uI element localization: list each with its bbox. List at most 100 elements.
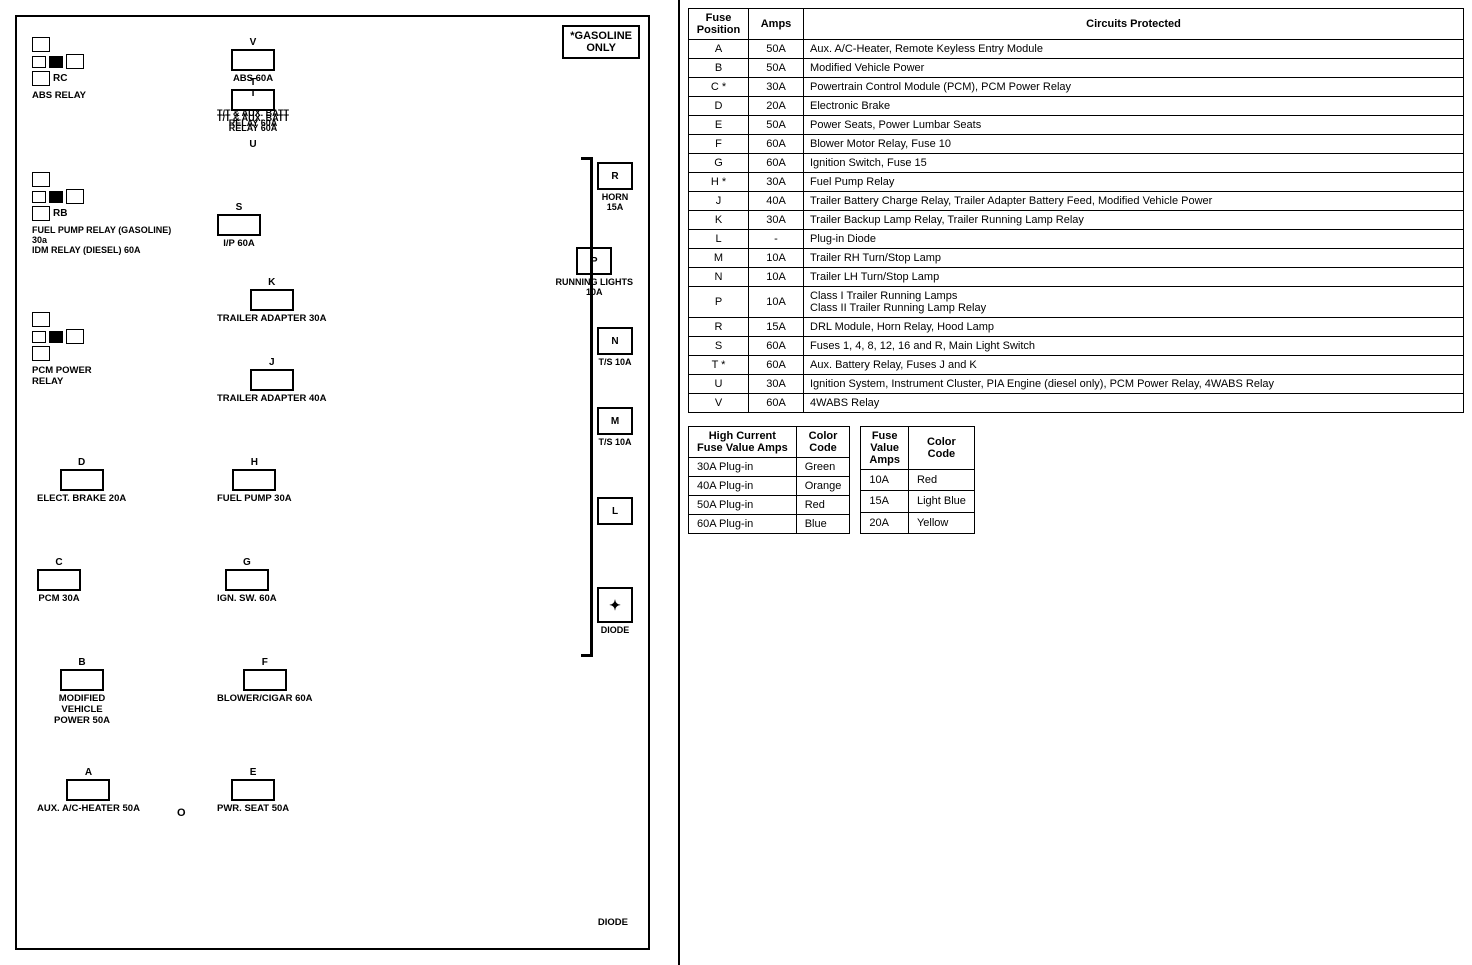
table-section: FusePosition Amps Circuits Protected A50… — [680, 0, 1472, 965]
fuse-amps: 60A — [749, 154, 804, 173]
fuse-amps: 30A — [749, 78, 804, 97]
list-item: 30A Plug-inGreen — [689, 458, 850, 477]
blower-cigar-60a: F BLOWER/CIGAR 60A — [217, 657, 313, 704]
ts-10a-2: M T/S 10A — [597, 407, 633, 447]
fuse-amps: 60A — [749, 356, 804, 375]
table-row: L-Plug-in Diode — [689, 230, 1464, 249]
list-item: 20AYellow — [861, 512, 975, 533]
horn-15a: R HORN 15A — [597, 162, 633, 212]
diode-block: ✦ DIODE — [597, 587, 633, 635]
fuse-circuits: Ignition System, Instrument Cluster, PIA… — [804, 375, 1464, 394]
list-item: 50A Plug-inRed — [689, 496, 850, 515]
trailer-adapter-40a: J TRAILER ADAPTER 40A — [217, 357, 326, 404]
pcm-power-relay-label: PCM POWERRELAY — [32, 365, 92, 387]
hc-color-header: ColorCode — [796, 427, 850, 458]
fuse-circuits: Aux. A/C-Heater, Remote Keyless Entry Mo… — [804, 40, 1464, 59]
fuse-amps: 10A — [749, 249, 804, 268]
hc-color: Orange — [796, 477, 850, 496]
fuse-position: T * — [689, 356, 749, 375]
fuse-amps: 50A — [749, 116, 804, 135]
fuse-value-table: FuseValueAmps ColorCode 10ARed15ALight B… — [860, 426, 975, 534]
modified-vehicle-power: B MODIFIED VEHICLEPOWER 50A — [37, 657, 127, 726]
fuse-circuits: Plug-in Diode — [804, 230, 1464, 249]
bottom-tables-section: High CurrentFuse Value Amps ColorCode 30… — [688, 426, 1464, 534]
fuse-position: B — [689, 59, 749, 78]
table-row: B50AModified Vehicle Power — [689, 59, 1464, 78]
hc-amps: 60A Plug-in — [689, 515, 797, 534]
fuse-position: J — [689, 192, 749, 211]
fv-color: Light Blue — [908, 491, 974, 512]
fv-amps: 15A — [861, 491, 909, 512]
diode-label-bottom: DIODE — [598, 917, 628, 928]
ign-sw-60a: G IGN. SW. 60A — [217, 557, 277, 604]
fuse-amps: 30A — [749, 211, 804, 230]
fuse-circuits: Trailer LH Turn/Stop Lamp — [804, 268, 1464, 287]
table-row: D20AElectronic Brake — [689, 97, 1464, 116]
list-item: 15ALight Blue — [861, 491, 975, 512]
table-row: P10AClass I Trailer Running LampsClass I… — [689, 287, 1464, 318]
fuse-position: A — [689, 40, 749, 59]
ip-60a: S I/P 60A — [217, 202, 261, 249]
fuse-position: G — [689, 154, 749, 173]
fuse-circuits: DRL Module, Horn Relay, Hood Lamp — [804, 318, 1464, 337]
fuse-amps: 30A — [749, 375, 804, 394]
fuse-position: E — [689, 116, 749, 135]
fuse-position: C * — [689, 78, 749, 97]
elect-brake-20a: D ELECT. BRAKE 20A — [37, 457, 126, 504]
hc-color: Red — [796, 496, 850, 515]
fuse-table: FusePosition Amps Circuits Protected A50… — [688, 8, 1464, 413]
list-item: 60A Plug-inBlue — [689, 515, 850, 534]
fuse-circuits: Powertrain Control Module (PCM), PCM Pow… — [804, 78, 1464, 97]
fuse-position: H * — [689, 173, 749, 192]
header-circuits: Circuits Protected — [804, 9, 1464, 40]
fuse-position: P — [689, 287, 749, 318]
fv-color-header: ColorCode — [908, 427, 974, 470]
hc-amps: 30A Plug-in — [689, 458, 797, 477]
fuse-position: M — [689, 249, 749, 268]
table-row: R15ADRL Module, Horn Relay, Hood Lamp — [689, 318, 1464, 337]
fuse-position: L — [689, 230, 749, 249]
fuse-amps: 15A — [749, 318, 804, 337]
table-row: S60AFuses 1, 4, 8, 12, 16 and R, Main Li… — [689, 337, 1464, 356]
fuse-position: K — [689, 211, 749, 230]
pwr-seat-50a: E PWR. SEAT 50A — [217, 767, 289, 814]
fuse-position: S — [689, 337, 749, 356]
table-row: T *60AAux. Battery Relay, Fuses J and K — [689, 356, 1464, 375]
table-row: H *30AFuel Pump Relay — [689, 173, 1464, 192]
fuse-position: N — [689, 268, 749, 287]
fuse-position: U — [689, 375, 749, 394]
table-row: K30ATrailer Backup Lamp Relay, Trailer R… — [689, 211, 1464, 230]
fv-amps: 20A — [861, 512, 909, 533]
ts-block-m: L — [597, 497, 633, 525]
fuse-circuits: Fuel Pump Relay — [804, 173, 1464, 192]
fuse-position: D — [689, 97, 749, 116]
tt-aux-batt: T T/T & AUX. BATTRELAY 60A U — [217, 77, 289, 151]
fuse-circuits: Trailer Battery Charge Relay, Trailer Ad… — [804, 192, 1464, 211]
fuel-pump-relay-label: FUEL PUMP RELAY (GASOLINE) 30aIDM RELAY … — [32, 225, 172, 255]
fuse-circuits: Trailer Backup Lamp Relay, Trailer Runni… — [804, 211, 1464, 230]
fuel-pump-relay-group: RB FUEL PUMP RELAY (GASOLINE) 30aIDM REL… — [32, 172, 172, 255]
table-row: G60AIgnition Switch, Fuse 15 — [689, 154, 1464, 173]
right-bracket — [581, 157, 593, 657]
table-row: M10ATrailer RH Turn/Stop Lamp — [689, 249, 1464, 268]
list-item: 10ARed — [861, 470, 975, 491]
table-row: E50APower Seats, Power Lumbar Seats — [689, 116, 1464, 135]
fuse-amps: 20A — [749, 97, 804, 116]
fuse-amps: - — [749, 230, 804, 249]
fv-amps: 10A — [861, 470, 909, 491]
fv-color: Yellow — [908, 512, 974, 533]
header-position: FusePosition — [689, 9, 749, 40]
fuse-circuits: Modified Vehicle Power — [804, 59, 1464, 78]
fuse-circuits: Class I Trailer Running LampsClass II Tr… — [804, 287, 1464, 318]
hc-header: High CurrentFuse Value Amps — [689, 427, 797, 458]
fuse-position: V — [689, 394, 749, 413]
fuse-amps: 60A — [749, 135, 804, 154]
abs-relay-group: RC ABS RELAY — [32, 37, 86, 101]
rb-label: RB — [53, 208, 67, 219]
table-row: U30AIgnition System, Instrument Cluster,… — [689, 375, 1464, 394]
hc-color: Green — [796, 458, 850, 477]
fuse-amps: 40A — [749, 192, 804, 211]
fuel-pump-30a: H FUEL PUMP 30A — [217, 457, 292, 504]
hc-color: Blue — [796, 515, 850, 534]
fv-header: FuseValueAmps — [861, 427, 909, 470]
